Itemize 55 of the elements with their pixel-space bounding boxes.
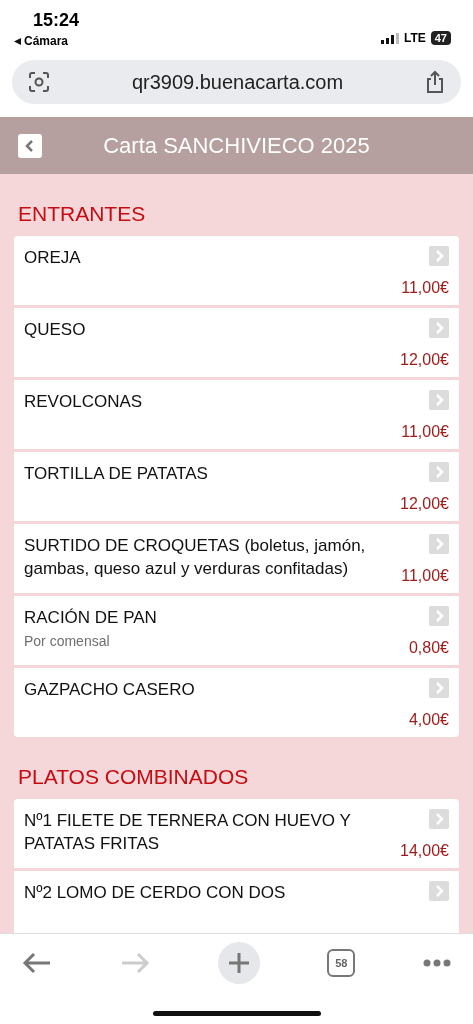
menu-item[interactable]: RACIÓN DE PAN Por comensal 0,80€ (14, 596, 459, 665)
menu-item[interactable]: QUESO 12,00€ (14, 308, 459, 377)
menu-item[interactable]: REVOLCONAS 11,00€ (14, 380, 459, 449)
plus-icon (227, 952, 250, 974)
chevron-icon (429, 809, 449, 829)
dish-price: 12,00€ (400, 495, 449, 513)
dish-name: Nº2 LOMO DE CERDO CON DOS (24, 883, 286, 902)
dish-note: Por comensal (24, 633, 111, 649)
section-title: PLATOS COMBINADOS (18, 765, 250, 789)
dish-name: OREJA (24, 248, 81, 267)
back-arrow-icon[interactable] (22, 951, 52, 975)
section-title: ENTRANTES (18, 202, 147, 226)
chevron-icon (429, 606, 449, 626)
battery-level: 47 (430, 31, 451, 45)
dish-name: TORTILLA DE PATATAS (24, 464, 208, 483)
dish-name: Nº1 FILETE DE TERNERA CON HUEVO Y PATATAS FRITAS (24, 811, 351, 853)
dish-name: QUESO (24, 320, 86, 339)
share-icon[interactable] (425, 70, 445, 94)
network-type: LTE (403, 31, 426, 45)
dish-name: SURTIDO DE CROQUETAS (boletus, jamón, gambas, queso azul y verduras confitadas) (24, 536, 366, 578)
lens-icon (28, 71, 50, 93)
url-text: qr3909.buenacarta.com (130, 70, 345, 94)
dish-price: 12,00€ (400, 351, 449, 369)
dish-name: REVOLCONAS (24, 392, 143, 411)
dish-price: 11,00€ (401, 423, 449, 441)
dish-name: RACIÓN DE PAN (24, 608, 157, 627)
dish-price: 0,80€ (408, 639, 449, 657)
dish-price: 4,00€ (408, 711, 449, 729)
back-triangle-icon (14, 37, 21, 45)
menu-item[interactable]: Nº2 LOMO DE CERDO CON DOS (14, 871, 459, 933)
chevron-icon (429, 462, 449, 482)
menu-title: Carta SANCHIVIECO 2025 (102, 132, 371, 159)
dish-price: 14,00€ (400, 842, 449, 860)
menu-item[interactable]: OREJA 11,00€ (14, 236, 459, 305)
menu-item[interactable]: GAZPACHO CASERO 4,00€ (14, 668, 459, 737)
new-tab-button[interactable] (217, 942, 260, 984)
tab-count-button[interactable]: 58 (327, 949, 356, 977)
menu-item[interactable]: SURTIDO DE CROQUETAS (boletus, jamón, gambas, queso azul y verduras confitadas) 11,00€ (14, 524, 459, 593)
more-icon[interactable] (423, 959, 451, 967)
dish-name: GAZPACHO CASERO (24, 680, 195, 699)
clock: 15:24 (33, 10, 80, 31)
chevron-icon (429, 881, 449, 901)
back-button[interactable] (18, 133, 42, 158)
chevron-icon (429, 390, 449, 410)
chevron-icon (429, 534, 449, 554)
back-to-app-link[interactable]: Cámara (14, 34, 69, 48)
dish-price: 11,00€ (401, 567, 449, 585)
menu-item[interactable]: TORTILLA DE PATATAS 12,00€ (14, 452, 459, 521)
address-bar[interactable]: qr3909.buenacarta.com (12, 60, 461, 104)
chevron-icon (429, 246, 449, 266)
chevron-icon (429, 678, 449, 698)
menu-item[interactable]: Nº1 FILETE DE TERNERA CON HUEVO Y PATATAS FRITAS 14,00€ (14, 799, 459, 868)
dish-price: 11,00€ (401, 279, 449, 297)
chevron-icon (429, 318, 449, 338)
signal-icon (380, 32, 399, 44)
